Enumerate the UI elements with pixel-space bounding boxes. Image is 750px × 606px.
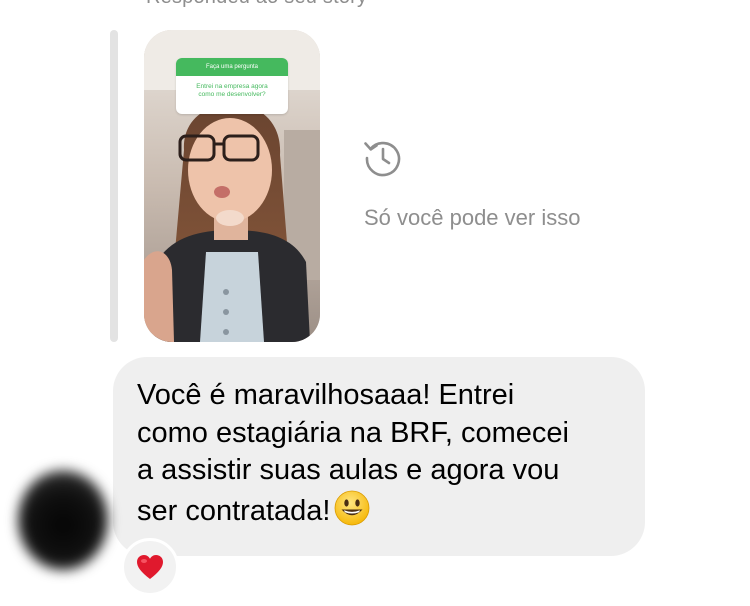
heart-reaction-icon xyxy=(137,555,163,579)
story-reply-caption: Respondeu ao seu story xyxy=(146,0,367,9)
privacy-note: Só você pode ver isso xyxy=(364,205,581,230)
message-bubble[interactable]: Você é maravilhosaaa! Entrei como estagi… xyxy=(113,357,645,556)
question-sticker: Faça uma pergunta Entrei na empresa agor… xyxy=(176,58,288,114)
history-icon xyxy=(364,141,401,177)
heart-reaction[interactable] xyxy=(121,538,179,596)
grinning-face-emoji xyxy=(335,490,370,525)
question-sticker-header: Faça uma pergunta xyxy=(176,58,288,76)
reply-indicator-bar xyxy=(110,30,118,342)
story-thumbnail[interactable]: Faça uma pergunta Entrei na empresa agor… xyxy=(144,30,320,342)
avatar[interactable] xyxy=(18,470,108,570)
question-sticker-text: Entrei na empresa agora como me desenvol… xyxy=(196,83,268,98)
